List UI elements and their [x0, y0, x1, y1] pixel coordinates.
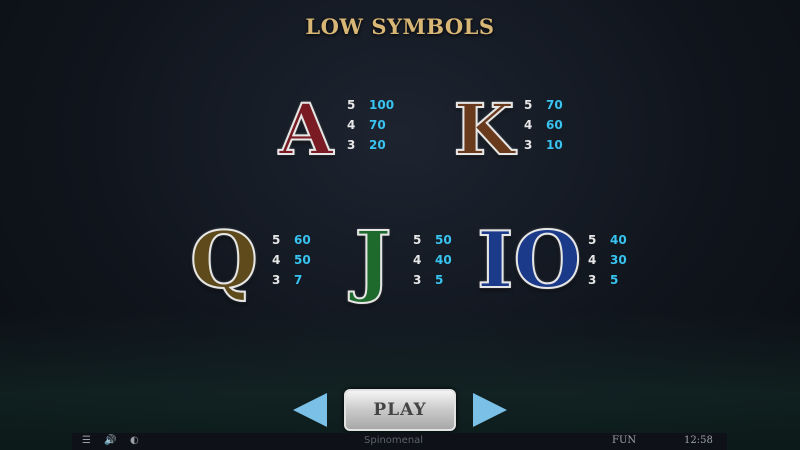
next-page-arrow-icon[interactable] [473, 393, 507, 427]
pay-row: 4 40 [413, 253, 452, 267]
page-title: LOW SYMBOLS [305, 14, 495, 39]
pay-row: 3 20 [347, 138, 386, 152]
bottom-status-bar: ☰ 🔊 ◐ Spinomenal FUN 12:58 [72, 433, 727, 450]
symbol-j-paytable: 5 50 4 40 35 [413, 230, 452, 290]
pay-row: 5 50 [413, 233, 452, 247]
symbol-q-paytable: 5 60 4 50 37 [272, 230, 311, 290]
sound-icon[interactable]: 🔊 [104, 435, 116, 446]
symbol-k-paytable: 5 70 4 60 3 10 [524, 95, 563, 155]
pay-row: 35 [413, 273, 444, 287]
pay-row: 4 70 [347, 118, 386, 132]
symbol-io-paytable: 5 40 4 30 35 [588, 230, 627, 290]
symbol-j-icon: J [354, 215, 393, 306]
previous-page-arrow-icon[interactable] [293, 393, 327, 427]
pay-row: 5 60 [272, 233, 311, 247]
pay-row: 35 [588, 273, 619, 287]
symbol-q-icon: Q [189, 215, 259, 306]
clock: 12:58 [684, 435, 713, 446]
pay-row: 5 70 [524, 98, 563, 112]
symbol-io-icon: IO [476, 215, 582, 306]
symbol-a-paytable: 5 100 4 70 3 20 [347, 95, 394, 155]
pay-row: 5 40 [588, 233, 627, 247]
pay-row: 37 [272, 273, 303, 287]
pay-row: 4 60 [524, 118, 563, 132]
pay-row: 4 50 [272, 253, 311, 267]
mode-label: FUN [612, 435, 637, 446]
play-button[interactable]: PLAY [344, 389, 456, 431]
menu-icon[interactable]: ☰ [82, 435, 91, 446]
symbol-k-icon: K [453, 88, 516, 171]
brand-logo: Spinomenal [364, 435, 424, 446]
speed-icon[interactable]: ◐ [130, 435, 139, 446]
symbol-a-icon: A [278, 88, 334, 171]
pay-row: 4 30 [588, 253, 627, 267]
pay-row: 5 100 [347, 98, 395, 112]
pay-row: 3 10 [524, 138, 563, 152]
